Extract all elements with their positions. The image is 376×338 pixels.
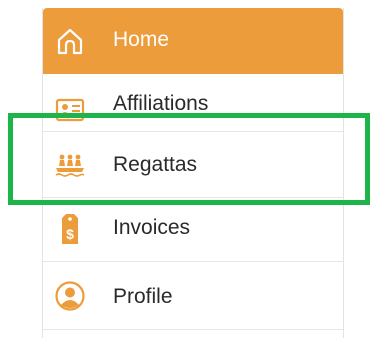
price-tag-dollar-icon: $ — [62, 214, 78, 244]
sidebar-item-label: Invoices — [113, 216, 191, 239]
sidebar-item-label: Affiliations — [113, 92, 209, 115]
home-icon — [57, 28, 83, 55]
sidebar-item-profile[interactable]: Profile — [43, 262, 343, 330]
sidebar-item-label: Home — [113, 28, 170, 51]
sidebar-item-label: Regattas — [113, 153, 198, 176]
user-circle-icon — [55, 281, 85, 311]
rowing-icon — [55, 154, 85, 177]
id-card-icon — [55, 98, 85, 122]
sidebar-menu: Home Affiliations Regattas $ Invoices Pr… — [42, 8, 344, 338]
sidebar-item-home[interactable]: Home — [43, 8, 343, 74]
sidebar-item-affiliations[interactable]: Affiliations — [43, 74, 343, 132]
sidebar-item-invoices[interactable]: $ Invoices — [43, 198, 343, 262]
svg-text:$: $ — [66, 226, 74, 242]
sidebar-item-label: Profile — [113, 285, 173, 308]
sidebar-item-regattas[interactable]: Regattas — [43, 132, 343, 198]
